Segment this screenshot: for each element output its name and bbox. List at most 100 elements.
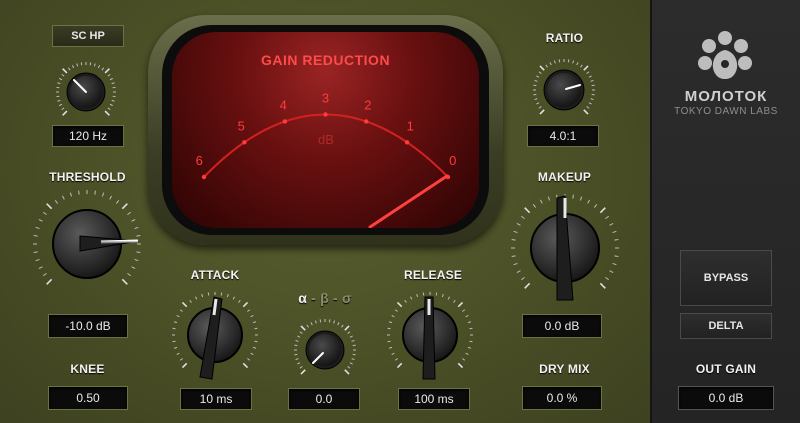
plugin-window: SC HP 120 Hz THRESHOLD -10.0 dB KNEE 0.5… [0,0,800,423]
sc-hp-value[interactable]: 120 Hz [52,125,124,147]
knob-tick [38,266,43,269]
knob-tick [612,230,617,234]
knob-tick [416,293,419,298]
knob-tick [534,98,538,101]
knob-tick [462,358,466,361]
meter-scale-label: 4 [280,97,287,112]
knob-tick [226,293,229,298]
brand-name: МОЛОТОК [684,88,768,105]
release-knob[interactable] [385,287,475,383]
knob-tick [588,75,592,78]
knob-tick [465,352,469,355]
knob-tick [344,369,350,375]
knob-tick [61,107,65,111]
ratio-knob[interactable] [524,55,604,127]
alpha-label: α [298,290,308,306]
knob-tick [441,293,444,298]
knob-tick [250,315,254,318]
knob-tick [447,296,450,300]
knob-tick [516,223,521,226]
knob-tick [516,270,521,273]
knob-tick [201,293,204,298]
knob-tick [176,315,180,318]
knob-tick [109,77,113,81]
knob-tick [511,239,516,241]
abs-value[interactable]: 0.0 [288,388,360,410]
threshold-knob[interactable] [25,188,150,300]
knob-tick [107,73,111,77]
knob-tick [295,339,299,342]
knob-tick [35,226,40,230]
knob-tick [238,299,241,303]
delta-button[interactable]: DELTA [680,313,772,339]
knob-tick [33,251,38,253]
makeup-value[interactable]: 0.0 dB [522,314,602,338]
knob-tick [121,278,128,285]
knob-tick [547,196,551,201]
main-panel: SC HP 120 Hz THRESHOLD -10.0 dB KNEE 0.5… [0,0,650,423]
knob-tick [314,320,317,324]
knob-tick [549,62,552,66]
knob-tick [576,62,579,66]
knob-tick [61,73,65,77]
ratio-value[interactable]: 4.0:1 [527,125,599,147]
knob-tick [572,194,574,199]
knob-tick [605,215,609,220]
knob-tick [609,270,614,273]
sc-hp-button[interactable]: SC HP [52,25,124,47]
abs-sep-1: - [307,290,321,306]
knob-tick [410,296,413,300]
drymix-label: DRY MIX [539,362,590,376]
knob-tick [57,82,61,85]
sc-hp-knob[interactable] [46,58,126,128]
knob-tick [57,99,61,102]
attack-value[interactable]: 10 ms [180,388,252,410]
release-value[interactable]: 100 ms [398,388,470,410]
knob-tick [534,79,538,82]
attack-knob[interactable] [170,287,260,383]
threshold-value[interactable]: -10.0 dB [48,314,128,338]
meter-scale-label: 3 [322,91,329,106]
knob-tick [252,321,257,324]
makeup-knob[interactable] [505,188,625,306]
knob-tick [351,339,355,342]
out-gain-value[interactable]: 0.0 dB [678,386,774,410]
knob-tick [396,362,403,369]
meter-minor-dot [385,128,389,132]
knob-tick [107,107,111,111]
knob-tick [297,335,301,338]
knob-tick [97,65,101,69]
knob-tick [536,75,540,78]
knob-tick [539,65,545,71]
knob-tick [131,219,136,222]
knob-tick [67,67,71,71]
bypass-button[interactable]: BYPASS [680,250,772,306]
knob-tick [299,331,303,334]
knob-tick [538,106,542,109]
knob-tick [295,358,299,361]
knob-tick [394,309,398,312]
knob-tick [583,109,589,115]
knob-tick [109,195,112,200]
knob-tick [104,110,110,116]
meter-dot [323,112,328,117]
knob-tick [391,352,395,355]
knob-tick [580,64,583,68]
brand-maker: TOKYO DAWN LABS [674,106,778,117]
meter-scale: dB 6 5 4 3 2 1 0 [196,91,456,228]
knob-tick [462,309,466,312]
knob-tick [121,203,128,210]
abs-knob[interactable] [287,315,363,385]
knob-tick [59,77,63,81]
knob-tick [131,266,136,269]
drymix-value[interactable]: 0.0 % [522,386,602,410]
knob-tick [586,71,590,74]
knob-tick [179,358,183,361]
meter-scale-label: 6 [196,153,203,168]
knob-tick [524,282,531,289]
knob-tick [195,296,198,300]
meter-dot [404,140,410,145]
meter-minor-dot [344,114,348,118]
knob-tick [71,65,75,69]
knee-value[interactable]: 0.50 [48,386,128,410]
